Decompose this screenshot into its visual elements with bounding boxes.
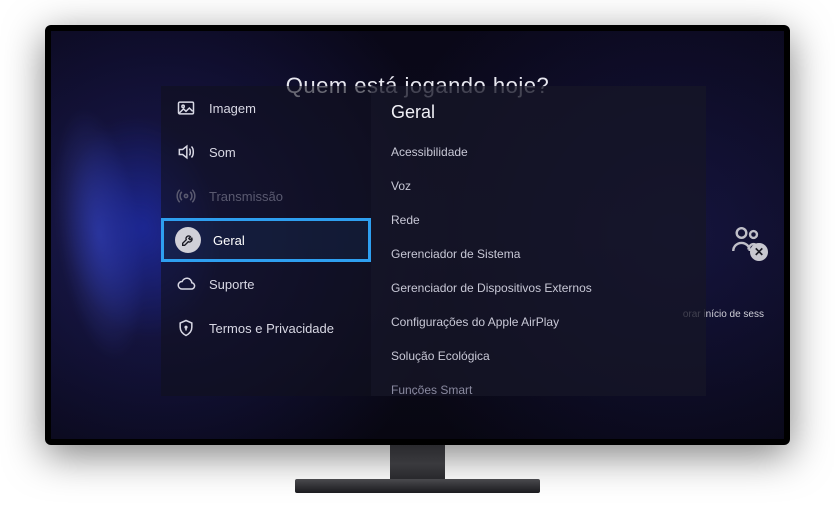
panel-item-funcoes-smart[interactable]: Funções Smart	[371, 373, 706, 395]
panel-item-dispositivos-externos[interactable]: Gerenciador de Dispositivos Externos	[371, 271, 706, 305]
menu-item-label: Geral	[213, 233, 245, 248]
menu-item-label: Imagem	[209, 101, 256, 116]
tv-stand-base	[295, 479, 540, 493]
menu-item-geral[interactable]: Geral	[161, 218, 371, 262]
tv-screen: Quem está jogando hoje? ✕	[51, 31, 784, 439]
panel-item-voz[interactable]: Voz	[371, 169, 706, 203]
panel-item-solucao-ecologica[interactable]: Solução Ecológica	[371, 339, 706, 373]
cloud-icon	[175, 273, 197, 295]
settings-overlay: Imagem Som	[161, 86, 706, 396]
panel-title: Geral	[371, 86, 706, 135]
image-icon	[175, 97, 197, 119]
menu-item-label: Suporte	[209, 277, 255, 292]
menu-item-transmissao: Transmissão	[161, 174, 371, 218]
menu-item-suporte[interactable]: Suporte	[161, 262, 371, 306]
broadcast-icon	[175, 185, 197, 207]
panel-item-airplay[interactable]: Configurações do Apple AirPlay	[371, 305, 706, 339]
panel-item-rede[interactable]: Rede	[371, 203, 706, 237]
menu-item-termos[interactable]: Termos e Privacidade	[161, 306, 371, 350]
close-icon: ✕	[750, 243, 768, 261]
account-avatar[interactable]: ✕	[728, 221, 764, 257]
menu-item-imagem[interactable]: Imagem	[161, 86, 371, 130]
tv-stand-neck	[390, 445, 445, 483]
wrench-icon	[175, 227, 201, 253]
tv-frame: Quem está jogando hoje? ✕	[45, 25, 790, 445]
menu-item-label: Transmissão	[209, 189, 283, 204]
menu-item-label: Som	[209, 145, 236, 160]
menu-item-label: Termos e Privacidade	[209, 321, 334, 336]
settings-menu: Imagem Som	[161, 86, 371, 396]
settings-panel: Geral Acessibilidade Voz Rede Gerenciado…	[371, 86, 706, 396]
panel-item-acessibilidade[interactable]: Acessibilidade	[371, 135, 706, 169]
sound-icon	[175, 141, 197, 163]
tv-bezel: Quem está jogando hoje? ✕	[51, 31, 784, 439]
menu-item-som[interactable]: Som	[161, 130, 371, 174]
shield-icon	[175, 317, 197, 339]
panel-item-gerenciador-sistema[interactable]: Gerenciador de Sistema	[371, 237, 706, 271]
